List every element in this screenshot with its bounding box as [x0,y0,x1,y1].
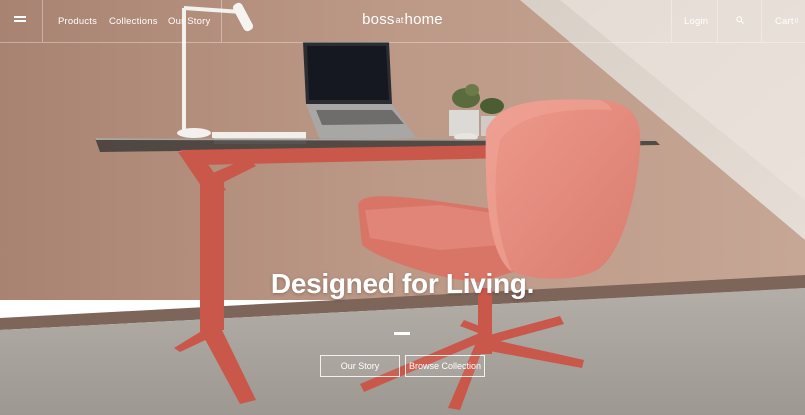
top-nav: Products Collections Our Story bossathom… [0,0,805,43]
page: Products Collections Our Story bossathom… [0,0,805,415]
nav-divider [761,0,762,42]
search-icon[interactable] [736,16,744,24]
logo-home: home [404,11,443,28]
cart-count-badge: 0 [794,17,799,25]
hero-divider [394,332,410,335]
our-story-button[interactable]: Our Story [320,355,400,377]
book [212,132,306,138]
nav-cart[interactable]: Cart 0 [775,0,799,42]
browse-collection-button[interactable]: Browse Collection [405,355,485,377]
logo-boss: boss [362,11,395,28]
logo-at: at [395,15,404,25]
nav-divider [717,0,718,42]
hero-headline: Designed for Living. [270,268,535,299]
nav-login[interactable]: Login [684,0,708,42]
nav-divider [671,0,672,42]
hero-image [0,0,805,415]
cart-label: Cart [775,15,794,27]
